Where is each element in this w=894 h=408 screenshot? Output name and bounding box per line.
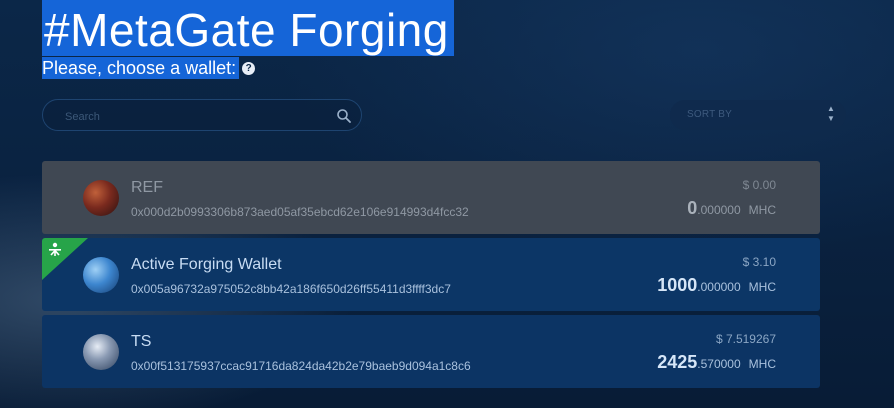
wallet-avatar: [83, 257, 119, 293]
page-subtitle: Please, choose a wallet:: [42, 57, 240, 79]
wallet-balance: 1000.000000 MHC: [657, 275, 776, 296]
forging-icon: [49, 242, 61, 256]
wallet-name: REF: [131, 179, 163, 196]
wallet-card-active-forging[interactable]: Active Forging Wallet 0x005a96732a975052…: [42, 238, 820, 311]
wallet-avatar: [83, 334, 119, 370]
balance-currency: MHC: [748, 280, 776, 294]
wallet-usd-value: $ 0.00: [742, 178, 776, 192]
balance-decimal: .000000: [697, 280, 741, 294]
balance-currency: MHC: [748, 203, 776, 217]
wallet-name: TS: [131, 333, 152, 350]
question-circle-icon[interactable]: ?: [242, 61, 256, 75]
search-icon[interactable]: [336, 108, 352, 124]
wallet-usd-value: $ 3.10: [742, 255, 776, 269]
wallet-balance: 2425.570000 MHC: [657, 352, 776, 373]
wallet-avatar: [83, 180, 119, 216]
page-title: #MetaGate Forging: [42, 0, 454, 56]
search-box[interactable]: [42, 99, 362, 131]
wallet-card-ref[interactable]: REF 0x000d2b0993306b873aed05af35ebcd62e1…: [42, 161, 820, 234]
wallet-address: 0x005a96732a975052c8bb42a186f650d26ff554…: [131, 282, 451, 296]
sort-dropdown[interactable]: SORT BY ▲ ▼: [670, 100, 846, 130]
wallet-usd-value: $ 7.519267: [715, 332, 776, 346]
balance-decimal: .000000: [697, 203, 741, 217]
balance-integer: 1000: [657, 275, 698, 295]
sort-label: SORT BY: [687, 109, 732, 120]
balance-decimal: .570000: [697, 357, 741, 371]
subtitle-row: Please, choose a wallet: ?: [42, 57, 256, 79]
sort-arrows-icon: ▲ ▼: [827, 104, 835, 123]
wallet-balance: 0.000000 MHC: [687, 198, 776, 219]
wallet-name: Active Forging Wallet: [131, 256, 282, 273]
wallet-card-ts[interactable]: TS 0x00f513175937ccac91716da824da42b2e79…: [42, 315, 820, 388]
balance-integer: 2425: [657, 352, 698, 372]
balance-integer: 0: [687, 198, 698, 218]
search-input[interactable]: [63, 107, 327, 127]
balance-currency: MHC: [748, 357, 776, 371]
wallet-address: 0x00f513175937ccac91716da824da42b2e79bae…: [131, 359, 471, 373]
wallet-address: 0x000d2b0993306b873aed05af35ebcd62e106e9…: [131, 205, 469, 219]
